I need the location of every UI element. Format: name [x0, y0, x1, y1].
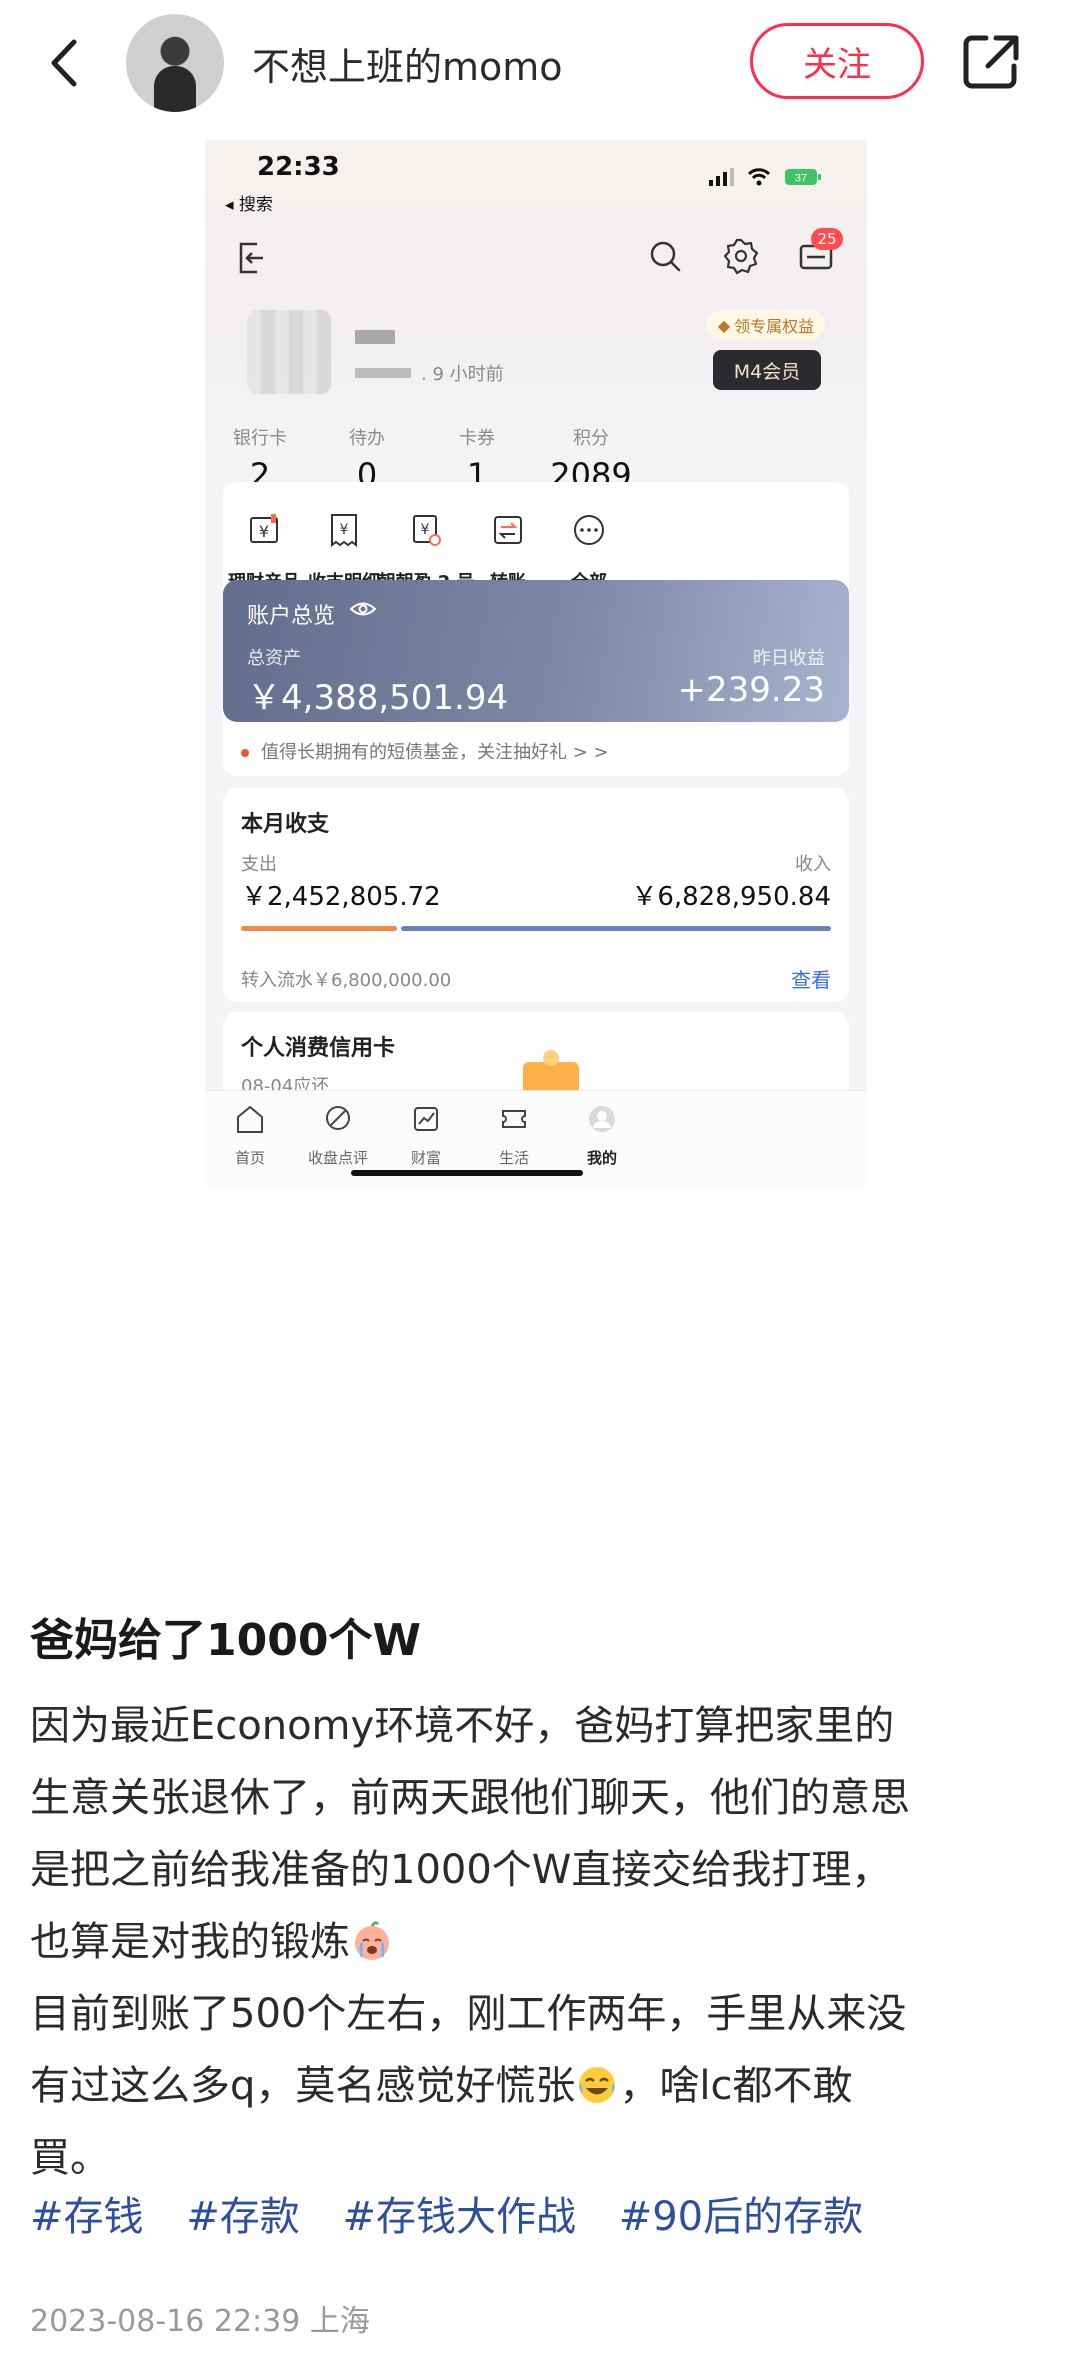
hashtag-list: #存钱 #存款 #存钱大作战 #90后的存款: [30, 2184, 893, 2242]
hashtag-link[interactable]: #存款: [186, 2194, 300, 2240]
follow-button[interactable]: 关注: [750, 23, 924, 99]
tab-label: 财富: [410, 1149, 441, 1167]
message-badge: 25: [811, 228, 843, 250]
income-label: 收入: [795, 854, 831, 875]
income-bar: [401, 926, 831, 931]
tab-label: 生活: [498, 1149, 529, 1167]
post-body: 因为最近Economy环境不好，爸妈打算把家里的 生意关张退休了，前两天跟他们聊…: [30, 1690, 1060, 2194]
post-body-text: 有过这么多q，莫名感觉好慌张: [30, 2063, 576, 2109]
tab-wealth[interactable]: 财富: [381, 1101, 471, 1168]
image-padding: [205, 1186, 867, 1568]
perk-label: 领专属权益: [734, 317, 815, 336]
eye-icon[interactable]: [349, 598, 377, 620]
search-icon[interactable]: [645, 236, 685, 276]
post-body-line: 生意关张退休了，前两天跟他们聊天，他们的意思: [30, 1775, 910, 1821]
monthly-cashflow-title: 本月收支: [241, 812, 330, 837]
hashtag-link[interactable]: #90后的存款: [619, 2194, 863, 2240]
hashtag-link[interactable]: #存钱大作战: [342, 2194, 576, 2240]
post-body-line: 目前到账了500个左右，刚工作两年，手里从来没: [30, 1991, 907, 2037]
account-overview-card[interactable]: 账户总览 总资产 ￥4,388,501.94 昨日收益 +239.23 值得长期…: [223, 580, 849, 776]
home-indicator: [351, 1170, 583, 1176]
status-back-to-search: ◂ 搜索: [225, 195, 273, 215]
view-button[interactable]: 查看: [791, 964, 831, 993]
tab-label: 收盘点评: [307, 1149, 368, 1167]
crying-emoji-icon: [355, 1921, 389, 1960]
transfer-icon: [494, 516, 522, 544]
income-value: ￥6,828,950.84: [631, 882, 831, 912]
tab-label: 首页: [234, 1149, 265, 1167]
profile-icon: [589, 1106, 615, 1132]
account-overview-panel: 账户总览 总资产 ￥4,388,501.94 昨日收益 +239.23: [223, 580, 849, 722]
home-icon: [237, 1106, 263, 1133]
fund-promo[interactable]: 值得长期拥有的短债基金，关注抽好礼 > >: [241, 738, 609, 764]
svg-text:¥: ¥: [259, 522, 269, 541]
post-image-banking-screenshot[interactable]: 22:33 ◂ 搜索 37 25 . 9 小时前 ◆ 领专属权益 M4会员 银行…: [205, 140, 867, 1568]
expense-label: 支出: [241, 854, 277, 875]
tab-profile[interactable]: 我的: [557, 1101, 647, 1168]
yesterday-earnings-label: 昨日收益: [753, 648, 825, 669]
vip-badge[interactable]: M4会员: [713, 350, 821, 390]
last-login-time: . 9 小时前: [421, 364, 504, 385]
wealth-chart-icon: [414, 1107, 438, 1131]
exit-icon[interactable]: [233, 238, 273, 278]
fund-promo-text: 值得长期拥有的短债基金，关注抽好礼 > >: [261, 742, 609, 763]
total-assets-label: 总资产: [247, 648, 301, 669]
tears-of-joy-emoji-icon: [579, 2067, 616, 2103]
diamond-icon: ◆: [717, 315, 731, 335]
user-name-blurred: [355, 330, 395, 344]
phone-top-background: [205, 140, 867, 470]
post-header: 不想上班的momo 关注: [0, 0, 1080, 125]
author-avatar[interactable]: [126, 14, 224, 112]
battery-level: 37: [795, 173, 807, 185]
svg-text:¥: ¥: [340, 522, 349, 538]
expense-bar: [241, 926, 397, 931]
share-icon[interactable]: [960, 30, 1022, 92]
post-body-line-with-emoji: 也算是对我的锻炼: [30, 1906, 1060, 1978]
post-body-text: ，啥lc都不敢: [619, 2063, 853, 2109]
expense-value: ￥2,452,805.72: [241, 882, 441, 912]
credit-card-title: 个人消费信用卡: [241, 1036, 396, 1061]
wealth-product-icon: ¥: [250, 514, 278, 543]
total-assets-value: ￥4,388,501.94: [247, 678, 509, 718]
life-ticket-icon: [502, 1110, 526, 1128]
monthly-cashflow-card[interactable]: 本月收支 支出 收入 ￥2,452,805.72 ￥6,828,950.84 转…: [223, 788, 849, 1002]
stat-label: 待办: [349, 428, 385, 449]
tab-home[interactable]: 首页: [205, 1101, 295, 1168]
tab-life[interactable]: 生活: [469, 1101, 559, 1168]
status-icons: 37: [709, 168, 821, 186]
tab-market-review[interactable]: 收盘点评: [293, 1101, 383, 1168]
yesterday-earnings-value: +239.23: [677, 670, 825, 710]
post-body-line: 因为最近Economy环境不好，爸妈打算把家里的: [30, 1703, 895, 1749]
more-icon: [574, 515, 604, 545]
bill-detail-icon: ¥: [331, 514, 357, 547]
cashflow-bar: [241, 926, 831, 931]
gear-icon[interactable]: [721, 236, 761, 276]
post-title: 爸妈给了1000个W: [30, 1615, 421, 1666]
back-arrow-icon[interactable]: [42, 28, 92, 98]
stat-label: 卡券: [459, 428, 495, 449]
perk-pill[interactable]: ◆ 领专属权益: [707, 310, 825, 340]
author-name[interactable]: 不想上班的momo: [252, 36, 563, 91]
market-review-icon: [326, 1106, 350, 1130]
post-body-line-with-emoji: 有过这么多q，莫名感觉好慌张 ，啥lc都不敢: [30, 2050, 1060, 2122]
post-body-line: 是把之前给我准备的1000个W直接交给我打理，: [30, 1847, 892, 1893]
stat-label: 银行卡: [233, 428, 287, 449]
svg-text:¥: ¥: [421, 522, 430, 538]
user-sub-blurred: [355, 368, 411, 378]
post-timestamp-location: 2023-08-16 22:39 上海: [30, 2304, 370, 2339]
post-body-text: 也算是对我的锻炼: [30, 1919, 350, 1965]
status-time: 22:33: [257, 152, 340, 182]
transfer-in-amount: 转入流水￥6,800,000.00: [241, 970, 452, 991]
promo-dot-icon: [241, 749, 249, 757]
daily-fund-icon: ¥: [413, 515, 441, 546]
account-overview-title: 账户总览: [247, 604, 336, 629]
user-avatar-blurred[interactable]: [247, 310, 331, 394]
stat-label: 积分: [573, 428, 609, 449]
tab-label: 我的: [586, 1149, 617, 1167]
hashtag-link[interactable]: #存钱: [30, 2194, 144, 2240]
